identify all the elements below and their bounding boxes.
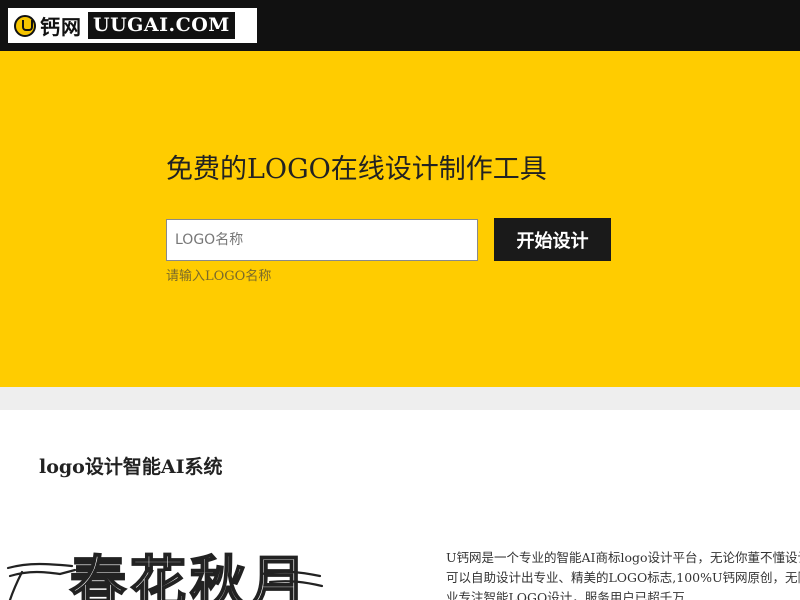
top-bar: 钙网 UUGAI.COM xyxy=(0,0,800,51)
logo-domain-text: UUGAI.COM xyxy=(88,12,235,39)
description-line: 业专注智能LOGO设计，服务用户已超千万 xyxy=(446,590,685,600)
site-logo[interactable]: 钙网 UUGAI.COM xyxy=(8,8,257,43)
input-hint: 请输入LOGO名称 xyxy=(166,269,272,284)
u-shield-icon xyxy=(14,14,36,37)
hero-banner: 免费的LOGO在线设计制作工具 开始设计 请输入LOGO名称 xyxy=(0,51,800,387)
logo-chinese-text: 钙网 xyxy=(40,15,82,39)
start-design-button[interactable]: 开始设计 xyxy=(494,218,611,261)
logo-name-input[interactable] xyxy=(166,219,478,261)
calligraphy-artwork: 春花秋月 xyxy=(0,540,330,600)
platform-description: U钙网是一个专业的智能AI商标logo设计平台，无论你董不懂设计 可以自助设计出… xyxy=(446,548,800,600)
section-divider xyxy=(0,387,800,410)
calligraphy-artwork-svg: 春花秋月 xyxy=(6,550,324,600)
description-line: 可以自助设计出专业、精美的LOGO标志,100%U钙网原创，无限制 xyxy=(446,570,800,585)
hero-title: 免费的LOGO在线设计制作工具 xyxy=(166,154,547,185)
section-title: logo设计智能AI系统 xyxy=(39,456,223,478)
description-line: U钙网是一个专业的智能AI商标logo设计平台，无论你董不懂设计 xyxy=(446,550,800,565)
artwork-text: 春花秋月 xyxy=(70,551,310,600)
